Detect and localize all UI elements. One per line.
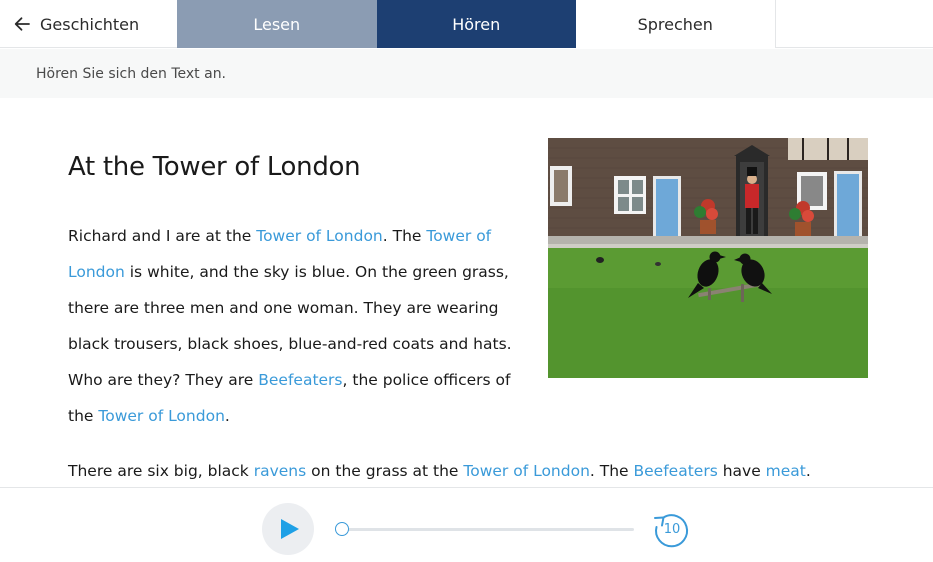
text-segment: . The (382, 227, 427, 245)
vocab-link[interactable]: Tower of London (98, 407, 225, 425)
text-segment: have (717, 462, 766, 480)
audio-player: 10 (0, 487, 933, 562)
text-segment: There are six big, black (68, 462, 254, 480)
audio-progress-track[interactable] (342, 528, 634, 531)
text-segment: . (805, 462, 811, 480)
text-segment: Richard and I are at the (68, 227, 257, 245)
text-segment: . (224, 407, 230, 425)
text-segment: on the grass at the (306, 462, 464, 480)
tab-sprechen[interactable]: Sprechen (576, 0, 776, 48)
vocab-link[interactable]: Beefeaters (258, 371, 342, 389)
back-label: Geschichten (40, 14, 140, 34)
story-paragraph-1: Richard and I are at the Tower of London… (68, 218, 540, 434)
play-button[interactable] (262, 503, 314, 555)
story-title: At the Tower of London (68, 152, 361, 182)
tab-lesen[interactable]: Lesen (177, 0, 377, 48)
arrow-left-icon (13, 15, 31, 33)
vocab-link[interactable]: Tower of London (463, 462, 590, 480)
vocab-link[interactable]: Beefeaters (634, 462, 718, 480)
instruction-bar: Hören Sie sich den Text an. (0, 49, 933, 98)
back-to-stories-button[interactable]: Geschichten (0, 0, 177, 48)
vocab-link[interactable]: ravens (254, 462, 306, 480)
play-icon (280, 518, 300, 540)
tab-hoeren[interactable]: Hören (376, 0, 576, 48)
rewind-seconds-label: 10 (663, 521, 681, 537)
instruction-text: Hören Sie sich den Text an. (36, 65, 227, 82)
vocab-link[interactable]: Tower of London (256, 227, 383, 245)
vocab-link[interactable]: meat (766, 462, 806, 480)
rewind-10-button[interactable]: 10 (651, 508, 691, 548)
story-paragraph-2: There are six big, black ravens on the g… (68, 453, 908, 487)
story-photo (548, 138, 868, 378)
text-segment: . The (589, 462, 634, 480)
story-content: At the Tower of London Richard and I are… (0, 98, 933, 487)
top-navigation: Geschichten Lesen Hören Sprechen (0, 0, 933, 48)
audio-progress-thumb[interactable] (335, 522, 349, 536)
